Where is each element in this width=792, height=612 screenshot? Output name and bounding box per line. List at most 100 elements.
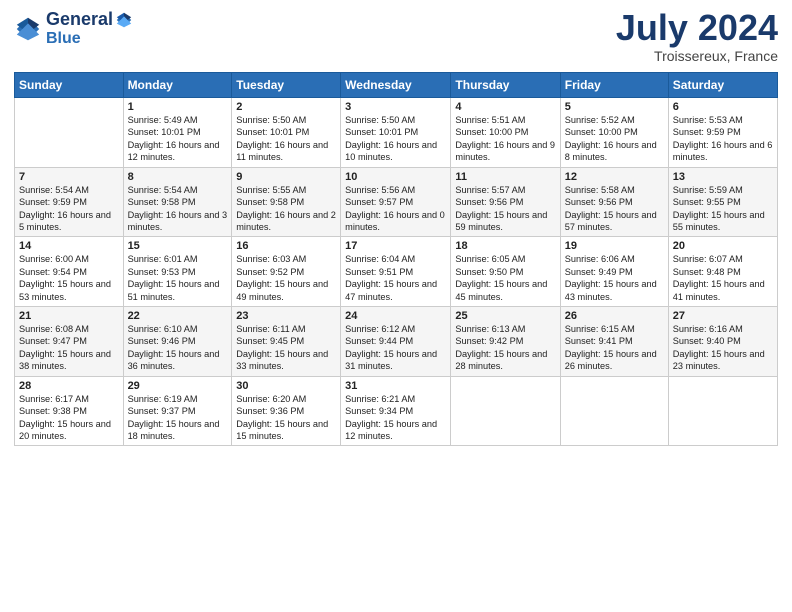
day-number: 29 — [128, 380, 228, 392]
day-number: 7 — [19, 171, 119, 183]
logo: General Blue — [14, 10, 133, 47]
cell-info: Sunrise: 6:21 AM Sunset: 9:34 PM Dayligh… — [345, 393, 446, 443]
calendar-cell: 22Sunrise: 6:10 AM Sunset: 9:46 PM Dayli… — [123, 307, 232, 377]
logo-text: General Blue — [46, 10, 133, 47]
calendar-cell: 5Sunrise: 5:52 AM Sunset: 10:00 PM Dayli… — [560, 98, 668, 168]
day-number: 28 — [19, 380, 119, 392]
col-tuesday: Tuesday — [232, 73, 341, 98]
calendar-cell: 9Sunrise: 5:55 AM Sunset: 9:58 PM Daylig… — [232, 167, 341, 237]
cell-info: Sunrise: 5:49 AM Sunset: 10:01 PM Daylig… — [128, 114, 228, 164]
calendar-cell: 7Sunrise: 5:54 AM Sunset: 9:59 PM Daylig… — [15, 167, 124, 237]
cell-info: Sunrise: 6:00 AM Sunset: 9:54 PM Dayligh… — [19, 253, 119, 303]
day-number: 23 — [236, 310, 336, 322]
calendar-cell: 2Sunrise: 5:50 AM Sunset: 10:01 PM Dayli… — [232, 98, 341, 168]
calendar-cell: 12Sunrise: 5:58 AM Sunset: 9:56 PM Dayli… — [560, 167, 668, 237]
calendar-cell: 30Sunrise: 6:20 AM Sunset: 9:36 PM Dayli… — [232, 376, 341, 446]
day-number: 14 — [19, 240, 119, 252]
day-number: 11 — [455, 171, 555, 183]
day-number: 21 — [19, 310, 119, 322]
cell-info: Sunrise: 6:12 AM Sunset: 9:44 PM Dayligh… — [345, 323, 446, 373]
calendar-cell — [560, 376, 668, 446]
cell-info: Sunrise: 5:55 AM Sunset: 9:58 PM Dayligh… — [236, 184, 336, 234]
calendar-cell: 8Sunrise: 5:54 AM Sunset: 9:58 PM Daylig… — [123, 167, 232, 237]
col-monday: Monday — [123, 73, 232, 98]
calendar-header: Sunday Monday Tuesday Wednesday Thursday… — [15, 73, 778, 98]
calendar-cell: 16Sunrise: 6:03 AM Sunset: 9:52 PM Dayli… — [232, 237, 341, 307]
day-number: 5 — [565, 101, 664, 113]
page-container: General Blue July 2024 Troissereux, Fran… — [0, 0, 792, 612]
day-number: 8 — [128, 171, 228, 183]
header: General Blue July 2024 Troissereux, Fran… — [14, 10, 778, 64]
calendar-cell: 13Sunrise: 5:59 AM Sunset: 9:55 PM Dayli… — [668, 167, 777, 237]
col-sunday: Sunday — [15, 73, 124, 98]
week-row-4: 21Sunrise: 6:08 AM Sunset: 9:47 PM Dayli… — [15, 307, 778, 377]
col-wednesday: Wednesday — [341, 73, 451, 98]
calendar-cell: 25Sunrise: 6:13 AM Sunset: 9:42 PM Dayli… — [451, 307, 560, 377]
cell-info: Sunrise: 5:54 AM Sunset: 9:58 PM Dayligh… — [128, 184, 228, 234]
day-number: 17 — [345, 240, 446, 252]
calendar-cell: 4Sunrise: 5:51 AM Sunset: 10:00 PM Dayli… — [451, 98, 560, 168]
day-number: 2 — [236, 101, 336, 113]
calendar-cell: 21Sunrise: 6:08 AM Sunset: 9:47 PM Dayli… — [15, 307, 124, 377]
week-row-2: 7Sunrise: 5:54 AM Sunset: 9:59 PM Daylig… — [15, 167, 778, 237]
cell-info: Sunrise: 6:10 AM Sunset: 9:46 PM Dayligh… — [128, 323, 228, 373]
calendar-cell: 11Sunrise: 5:57 AM Sunset: 9:56 PM Dayli… — [451, 167, 560, 237]
calendar-cell: 31Sunrise: 6:21 AM Sunset: 9:34 PM Dayli… — [341, 376, 451, 446]
week-row-1: 1Sunrise: 5:49 AM Sunset: 10:01 PM Dayli… — [15, 98, 778, 168]
col-friday: Friday — [560, 73, 668, 98]
header-row: Sunday Monday Tuesday Wednesday Thursday… — [15, 73, 778, 98]
cell-info: Sunrise: 6:06 AM Sunset: 9:49 PM Dayligh… — [565, 253, 664, 303]
day-number: 25 — [455, 310, 555, 322]
calendar-cell: 20Sunrise: 6:07 AM Sunset: 9:48 PM Dayli… — [668, 237, 777, 307]
day-number: 1 — [128, 101, 228, 113]
cell-info: Sunrise: 6:03 AM Sunset: 9:52 PM Dayligh… — [236, 253, 336, 303]
day-number: 6 — [673, 101, 773, 113]
cell-info: Sunrise: 6:04 AM Sunset: 9:51 PM Dayligh… — [345, 253, 446, 303]
calendar-cell: 27Sunrise: 6:16 AM Sunset: 9:40 PM Dayli… — [668, 307, 777, 377]
cell-info: Sunrise: 5:50 AM Sunset: 10:01 PM Daylig… — [345, 114, 446, 164]
cell-info: Sunrise: 5:52 AM Sunset: 10:00 PM Daylig… — [565, 114, 664, 164]
cell-info: Sunrise: 5:58 AM Sunset: 9:56 PM Dayligh… — [565, 184, 664, 234]
day-number: 4 — [455, 101, 555, 113]
day-number: 24 — [345, 310, 446, 322]
cell-info: Sunrise: 6:01 AM Sunset: 9:53 PM Dayligh… — [128, 253, 228, 303]
day-number: 31 — [345, 380, 446, 392]
calendar-cell: 19Sunrise: 6:06 AM Sunset: 9:49 PM Dayli… — [560, 237, 668, 307]
cell-info: Sunrise: 5:51 AM Sunset: 10:00 PM Daylig… — [455, 114, 555, 164]
logo-icon — [14, 15, 42, 43]
day-number: 10 — [345, 171, 446, 183]
cell-info: Sunrise: 6:08 AM Sunset: 9:47 PM Dayligh… — [19, 323, 119, 373]
cell-info: Sunrise: 5:59 AM Sunset: 9:55 PM Dayligh… — [673, 184, 773, 234]
calendar-cell: 24Sunrise: 6:12 AM Sunset: 9:44 PM Dayli… — [341, 307, 451, 377]
cell-info: Sunrise: 6:19 AM Sunset: 9:37 PM Dayligh… — [128, 393, 228, 443]
day-number: 16 — [236, 240, 336, 252]
cell-info: Sunrise: 6:07 AM Sunset: 9:48 PM Dayligh… — [673, 253, 773, 303]
calendar-cell — [668, 376, 777, 446]
month-title: July 2024 — [616, 10, 778, 46]
calendar-cell: 14Sunrise: 6:00 AM Sunset: 9:54 PM Dayli… — [15, 237, 124, 307]
calendar-cell: 6Sunrise: 5:53 AM Sunset: 9:59 PM Daylig… — [668, 98, 777, 168]
calendar-cell — [15, 98, 124, 168]
cell-info: Sunrise: 6:15 AM Sunset: 9:41 PM Dayligh… — [565, 323, 664, 373]
calendar-cell: 10Sunrise: 5:56 AM Sunset: 9:57 PM Dayli… — [341, 167, 451, 237]
day-number: 18 — [455, 240, 555, 252]
day-number: 22 — [128, 310, 228, 322]
title-area: July 2024 Troissereux, France — [616, 10, 778, 64]
calendar-cell: 23Sunrise: 6:11 AM Sunset: 9:45 PM Dayli… — [232, 307, 341, 377]
col-saturday: Saturday — [668, 73, 777, 98]
day-number: 20 — [673, 240, 773, 252]
day-number: 26 — [565, 310, 664, 322]
calendar-cell — [451, 376, 560, 446]
calendar-cell: 3Sunrise: 5:50 AM Sunset: 10:01 PM Dayli… — [341, 98, 451, 168]
cell-info: Sunrise: 6:20 AM Sunset: 9:36 PM Dayligh… — [236, 393, 336, 443]
cell-info: Sunrise: 6:16 AM Sunset: 9:40 PM Dayligh… — [673, 323, 773, 373]
calendar-cell: 26Sunrise: 6:15 AM Sunset: 9:41 PM Dayli… — [560, 307, 668, 377]
calendar-cell: 28Sunrise: 6:17 AM Sunset: 9:38 PM Dayli… — [15, 376, 124, 446]
day-number: 30 — [236, 380, 336, 392]
cell-info: Sunrise: 5:57 AM Sunset: 9:56 PM Dayligh… — [455, 184, 555, 234]
day-number: 19 — [565, 240, 664, 252]
day-number: 15 — [128, 240, 228, 252]
calendar-cell: 1Sunrise: 5:49 AM Sunset: 10:01 PM Dayli… — [123, 98, 232, 168]
cell-info: Sunrise: 5:50 AM Sunset: 10:01 PM Daylig… — [236, 114, 336, 164]
calendar-cell: 15Sunrise: 6:01 AM Sunset: 9:53 PM Dayli… — [123, 237, 232, 307]
